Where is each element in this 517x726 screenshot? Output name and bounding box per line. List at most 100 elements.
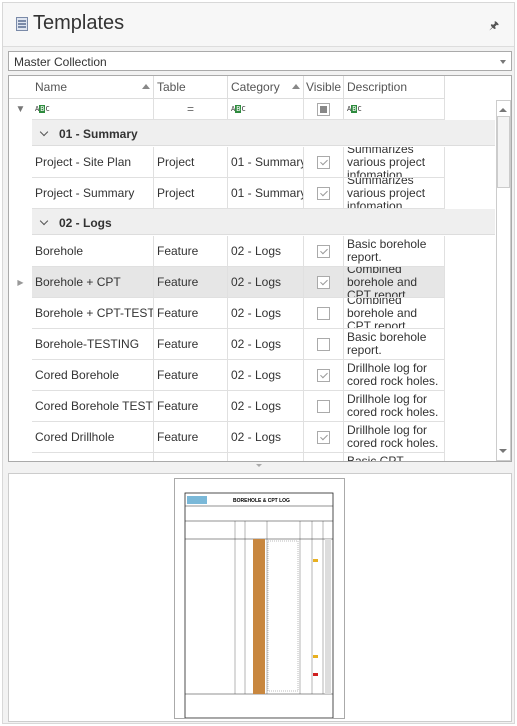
table-row[interactable]: Cored Borehole Feature 02 - Logs Drillhole … — [9, 360, 445, 391]
panel-title: Templates — [33, 12, 125, 34]
splitter-handle[interactable] — [256, 464, 262, 470]
text-filter-icon: ABC — [231, 105, 246, 113]
visible-checkbox[interactable] — [317, 306, 330, 320]
cell-table: Feature — [154, 391, 228, 422]
cell-visible — [304, 178, 344, 209]
column-header-name[interactable]: Name — [32, 76, 154, 99]
group-label: 02 - Logs — [59, 216, 112, 230]
filter-table[interactable]: = — [154, 99, 228, 120]
column-header-description[interactable]: Description — [344, 76, 445, 99]
row-indicator: ▶ — [9, 267, 32, 298]
row-indicator — [9, 391, 32, 422]
cell-table: Project — [154, 178, 228, 209]
filter-visible[interactable] — [304, 99, 344, 120]
sort-asc-icon — [292, 80, 300, 89]
row-indicator — [9, 236, 32, 267]
cell-name: Borehole + CPT-TESTI... — [32, 298, 154, 329]
visible-checkbox[interactable] — [317, 244, 330, 258]
table-row[interactable]: Cored Borehole TESTI... Feature 02 - Logs D… — [9, 391, 445, 422]
visible-checkbox[interactable] — [317, 337, 330, 351]
cell-name: Cored Borehole — [32, 360, 154, 391]
cell-visible — [304, 453, 344, 463]
column-header-visible[interactable]: Visible — [304, 76, 344, 99]
cell-description: Basic CPT report. — [344, 453, 445, 461]
text-filter-icon: ABC — [35, 105, 50, 113]
cell-name: CPT - Basic — [32, 453, 154, 461]
table-row[interactable]: ▶ Borehole + CPT Feature 02 - Logs Combined … — [9, 267, 445, 298]
cell-visible — [304, 422, 344, 453]
cell-visible — [304, 236, 344, 267]
cell-visible — [304, 298, 344, 329]
filter-row: ▼ ABC = ABC ABC — [9, 99, 445, 120]
visible-checkbox[interactable] — [317, 368, 330, 382]
cell-name: Borehole — [32, 236, 154, 267]
filter-category[interactable]: ABC — [228, 99, 304, 120]
scroll-down-button[interactable] — [499, 444, 508, 458]
cell-table: Feature — [154, 298, 228, 329]
visible-checkbox[interactable] — [317, 462, 330, 463]
panel-header: Templates 🖈 — [3, 3, 514, 47]
visible-checkbox[interactable] — [317, 399, 330, 413]
cell-category: 01 - Summary — [228, 147, 304, 178]
report-preview-thumbnail: BOREHOLE & CPT LOG — [174, 478, 345, 719]
visible-checkbox[interactable] — [317, 275, 330, 289]
visible-checkbox[interactable] — [317, 430, 330, 444]
column-header-category[interactable]: Category — [228, 76, 304, 99]
collection-dropdown[interactable]: Master Collection — [8, 51, 512, 71]
group-row[interactable]: 01 - Summary — [32, 120, 495, 146]
chevron-down-icon[interactable] — [500, 60, 506, 67]
cell-name: Cored Borehole TESTI... — [32, 391, 154, 422]
cell-description: Basic borehole report. — [344, 329, 445, 360]
cell-category: 02 - Logs — [228, 391, 304, 422]
visible-checkbox[interactable] — [317, 155, 330, 169]
table-row[interactable]: Borehole + CPT-TESTI...Feature02 - Logs C… — [9, 298, 445, 329]
scroll-up-button[interactable] — [499, 101, 508, 115]
cell-table: Feature — [154, 360, 228, 391]
cell-category: 02 - Logs — [228, 236, 304, 267]
visible-checkbox[interactable] — [317, 186, 330, 200]
row-indicator — [9, 360, 32, 391]
filter-description[interactable]: ABC — [344, 99, 445, 120]
row-indicator — [9, 329, 32, 360]
chevron-down-icon[interactable] — [39, 216, 49, 226]
template-preview: BOREHOLE & CPT LOG — [8, 473, 512, 722]
column-header-table[interactable]: Table — [154, 76, 228, 99]
table-row[interactable]: Cored Drillhole Feature 02 - Logs Drillhole… — [9, 422, 445, 453]
table-row[interactable]: Project - Site Plan Project 01 - Summary Su… — [9, 147, 445, 178]
header-row: Name Table Category Visible Description — [9, 76, 445, 99]
cell-category: 02 - Logs — [228, 329, 304, 360]
cell-description: Drillhole log for cored rock holes. — [344, 422, 445, 453]
filter-icon[interactable]: ▼ — [9, 99, 32, 120]
pin-icon[interactable]: 🖈 — [489, 17, 499, 36]
vertical-scrollbar[interactable] — [496, 100, 511, 461]
cell-table: Feature — [154, 267, 228, 298]
cell-table: Feature — [154, 329, 228, 360]
templates-panel: Templates 🖈 Master Collection Name Table… — [2, 2, 515, 724]
table-row[interactable]: Borehole Feature 02 - Logs Basic borehole r… — [9, 236, 445, 267]
row-indicator — [9, 178, 32, 209]
group-row[interactable]: 02 - Logs — [32, 209, 495, 235]
cell-category: 02 - Logs — [228, 298, 304, 329]
cell-description: Basic borehole report. — [344, 236, 445, 267]
cell-visible — [304, 147, 344, 178]
cell-description: Summarizes various project infomation. — [344, 147, 445, 178]
cell-name: Borehole + CPT — [32, 267, 154, 298]
table-row[interactable]: Project - Summary Project 01 - Summary Summ… — [9, 178, 445, 209]
checkbox-filter-icon — [317, 102, 330, 116]
table-row[interactable]: Borehole-TESTING Feature 02 - Logs Basic bo… — [9, 329, 445, 360]
cell-table: Feature — [154, 422, 228, 453]
cell-description: Drillhole log for cored rock holes. — [344, 391, 445, 422]
cell-table: Feature — [154, 236, 228, 267]
cell-category: 02 - Logs — [228, 360, 304, 391]
cell-category: 01 - Summary — [228, 178, 304, 209]
filter-name[interactable]: ABC — [32, 99, 154, 120]
templates-grid: Name Table Category Visible Description … — [8, 75, 512, 462]
table-row[interactable]: CPT - BasicFeature02 - Logs Basic CPT rep… — [9, 453, 445, 463]
scroll-thumb[interactable] — [497, 116, 510, 188]
cell-description: Combined borehole and CPT report. — [344, 298, 445, 329]
cell-description: Summarizes various project infomation. — [344, 178, 445, 209]
row-indicator — [9, 298, 32, 329]
chevron-down-icon[interactable] — [39, 127, 49, 137]
collection-selected: Master Collection — [14, 55, 107, 69]
sort-asc-icon — [142, 80, 150, 89]
